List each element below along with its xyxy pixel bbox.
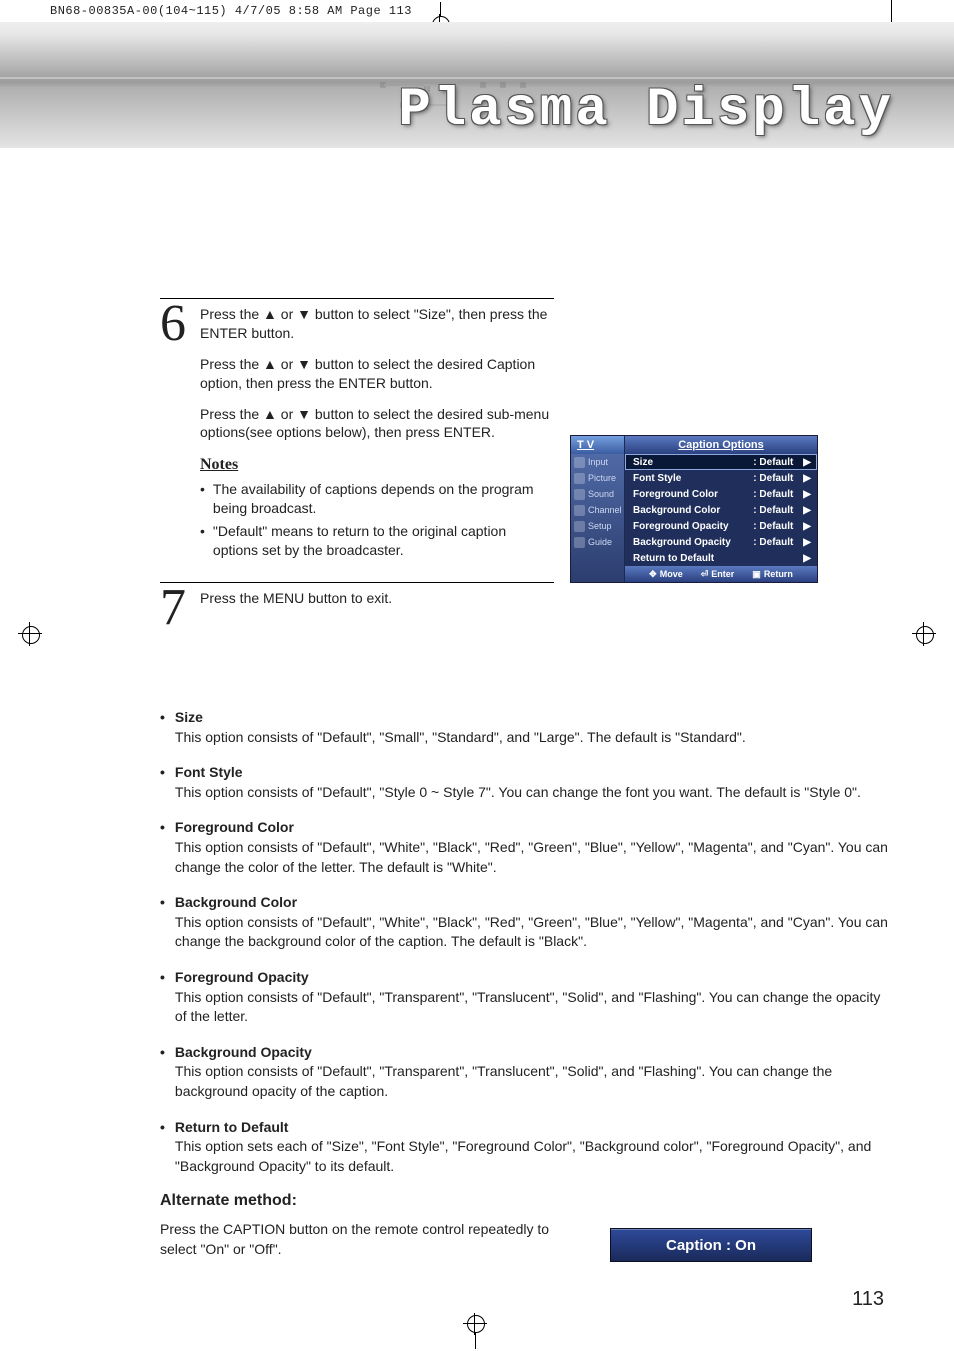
chevron-right-icon: ▶	[803, 553, 811, 564]
note-item: •The availability of captions depends on…	[200, 480, 554, 518]
osd-footer: ✥Move ⏎Enter ▣Return	[625, 566, 817, 582]
return-icon: ▣	[752, 569, 761, 580]
alternate-method-row: Press the CAPTION button on the remote c…	[160, 1220, 894, 1262]
osd-main: Size: Default▶ Font Style: Default▶ Fore…	[625, 454, 817, 582]
bullet-icon: •	[160, 708, 165, 747]
step-6: 6 Press the ▲ or ▼ button to select "Siz…	[160, 298, 554, 564]
osd-row-bgcolor: Background Color: Default▶	[625, 502, 817, 518]
bullet-icon: •	[200, 522, 205, 560]
setup-icon	[574, 521, 585, 532]
osd-side-guide: Guide	[571, 534, 624, 550]
osd-row-fgopacity: Foreground Opacity: Default▶	[625, 518, 817, 534]
up-triangle-icon: ▲	[263, 406, 277, 422]
osd-side-sound: Sound	[571, 486, 624, 502]
caption-status-box: Caption : On	[610, 1228, 812, 1262]
chevron-right-icon: ▶	[803, 473, 811, 484]
osd-row-return: Return to Default▶	[625, 550, 817, 566]
osd-menu: T V Caption Options Input Picture Sound …	[570, 435, 818, 583]
osd-foot-enter: ⏎Enter	[701, 569, 735, 580]
bullet-icon: •	[160, 818, 165, 877]
osd-side-setup: Setup	[571, 518, 624, 534]
input-icon	[574, 457, 585, 468]
crop-mark-bottom-icon	[465, 1315, 485, 1345]
registration-mark-left-icon	[20, 624, 40, 644]
chevron-right-icon: ▶	[803, 489, 811, 500]
chevron-right-icon: ▶	[803, 505, 811, 516]
desc-returndefault: •Return to DefaultThis option sets each …	[160, 1118, 894, 1177]
bullet-icon: •	[160, 1118, 165, 1177]
print-header: BN68-00835A-00(104~115) 4/7/05 8:58 AM P…	[0, 0, 954, 22]
osd-row-bgopacity: Background Opacity: Default▶	[625, 534, 817, 550]
osd-row-size: Size: Default▶	[625, 454, 817, 470]
step-body: Press the MENU button to exit.	[200, 589, 554, 629]
down-triangle-icon: ▼	[297, 406, 311, 422]
osd-side-picture: Picture	[571, 470, 624, 486]
desc-bgcolor: •Background ColorThis option consists of…	[160, 893, 894, 952]
desc-fontstyle: •Font StyleThis option consists of "Defa…	[160, 763, 894, 802]
osd-title: Caption Options	[625, 436, 817, 454]
print-header-text: BN68-00835A-00(104~115) 4/7/05 8:58 AM P…	[50, 4, 412, 18]
bullet-icon: •	[160, 968, 165, 1027]
osd-tv-label: T V	[571, 436, 625, 454]
alternate-method-text: Press the CAPTION button on the remote c…	[160, 1220, 580, 1259]
bullet-icon: •	[160, 763, 165, 802]
notes-list: •The availability of captions depends on…	[200, 480, 554, 560]
desc-bgopacity: •Background OpacityThis option consists …	[160, 1043, 894, 1102]
bullet-icon: •	[160, 893, 165, 952]
picture-icon	[574, 473, 585, 484]
chevron-right-icon: ▶	[803, 457, 811, 468]
step-number: 7	[160, 587, 194, 629]
desc-size: •SizeThis option consists of "Default", …	[160, 708, 894, 747]
down-triangle-icon: ▼	[297, 356, 311, 372]
option-descriptions: •SizeThis option consists of "Default", …	[160, 708, 894, 1176]
osd-row-fgcolor: Foreground Color: Default▶	[625, 486, 817, 502]
banner: Plasma Display	[0, 22, 954, 148]
chevron-right-icon: ▶	[803, 521, 811, 532]
step6-p1: Press the ▲ or ▼ button to select "Size"…	[200, 305, 554, 343]
enter-icon: ⏎	[701, 569, 709, 580]
page-number: 113	[160, 1288, 894, 1311]
step-body: Press the ▲ or ▼ button to select "Size"…	[200, 305, 554, 564]
updown-icon: ✥	[649, 569, 657, 580]
osd-foot-move: ✥Move	[649, 569, 683, 580]
step6-p3: Press the ▲ or ▼ button to select the de…	[200, 405, 554, 443]
down-triangle-icon: ▼	[297, 306, 311, 322]
desc-fgopacity: •Foreground OpacityThis option consists …	[160, 968, 894, 1027]
channel-icon	[574, 505, 585, 516]
chevron-right-icon: ▶	[803, 537, 811, 548]
desc-fgcolor: •Foreground ColorThis option consists of…	[160, 818, 894, 877]
notes-heading: Notes	[200, 454, 554, 476]
alternate-method-heading: Alternate method:	[160, 1192, 894, 1210]
osd-row-fontstyle: Font Style: Default▶	[625, 470, 817, 486]
osd-side-input: Input	[571, 454, 624, 470]
step-7: 7 Press the MENU button to exit.	[160, 582, 554, 629]
osd-sidebar: Input Picture Sound Channel Setup Guide	[571, 454, 625, 582]
step6-p2: Press the ▲ or ▼ button to select the de…	[200, 355, 554, 393]
osd-foot-return: ▣Return	[752, 569, 793, 580]
bullet-icon: •	[200, 480, 205, 518]
sound-icon	[574, 489, 585, 500]
note-item: •"Default" means to return to the origin…	[200, 522, 554, 560]
registration-mark-right-icon	[914, 624, 934, 644]
banner-title: Plasma Display	[398, 80, 894, 141]
step-number: 6	[160, 303, 194, 564]
up-triangle-icon: ▲	[263, 306, 277, 322]
up-triangle-icon: ▲	[263, 356, 277, 372]
bullet-icon: •	[160, 1043, 165, 1102]
page-content: T V Caption Options Input Picture Sound …	[0, 148, 954, 1351]
osd-side-channel: Channel	[571, 502, 624, 518]
step7-p1: Press the MENU button to exit.	[200, 589, 554, 608]
guide-icon	[574, 537, 585, 548]
